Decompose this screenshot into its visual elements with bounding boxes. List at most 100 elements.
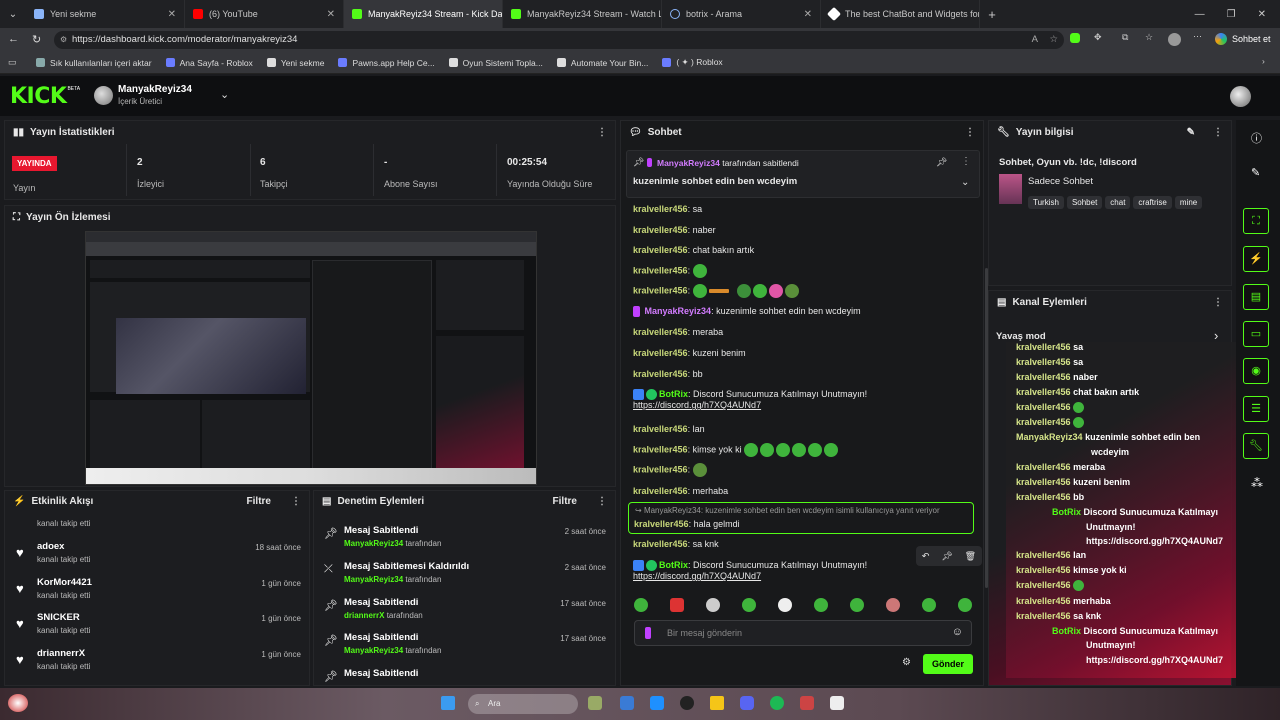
more-options-icon[interactable]: ⋮ [1213, 297, 1223, 308]
filter-button[interactable]: Filtre [247, 496, 271, 507]
reply-message[interactable]: ↪ ManyakReyiz34: kuzenimle sohbet edin b… [628, 502, 974, 534]
bookmark-item[interactable]: Yeni sekme [266, 58, 324, 68]
chat-message[interactable]: kralveller456: bb [633, 369, 703, 379]
browser-tab[interactable]: Yeni sekme ✕ [26, 0, 185, 28]
reply-icon[interactable]: ↶ [922, 551, 930, 562]
minimize-icon[interactable]: — [1195, 9, 1205, 20]
chat-message[interactable]: kralveller456: [633, 264, 709, 278]
user-avatar[interactable] [1230, 86, 1251, 107]
more-options-icon[interactable]: ⋮ [291, 496, 301, 507]
category-name[interactable]: Sadece Sohbet [1028, 176, 1093, 187]
list-item[interactable]: ♥ driannerrX kanalı takip etti 1 gün önce [10, 648, 305, 682]
tag[interactable]: craftrise [1133, 196, 1172, 209]
taskbar-search[interactable]: ⌕ Ara [468, 694, 578, 714]
frog-emote-icon[interactable] [850, 598, 864, 612]
sidebar-toggle-icon[interactable]: ▭ [8, 57, 17, 68]
chat-message[interactable]: kralveller456: lan [633, 424, 705, 434]
widgets-icon[interactable] [8, 694, 28, 712]
app-icon[interactable] [830, 696, 844, 710]
back-icon[interactable]: ← [8, 33, 19, 45]
chat-input[interactable]: Bir mesaj gönderin ☺ [634, 620, 972, 646]
soccer-emote-icon[interactable] [706, 598, 720, 612]
frog-emote-icon[interactable] [742, 598, 756, 612]
app-icon[interactable] [800, 696, 814, 710]
stream-preview-video[interactable] [85, 231, 537, 485]
spotify-icon[interactable] [770, 696, 784, 710]
collections-icon[interactable]: ☆ [1145, 32, 1153, 43]
discord-link[interactable]: https://discord.gg/h7XQ4AUNd7 [633, 400, 761, 410]
reload-icon[interactable]: ↻ [32, 33, 41, 46]
edit-pencil-icon[interactable]: ✎ [1251, 166, 1260, 179]
chat-message[interactable]: kralveller456: sa [633, 204, 702, 214]
file-explorer-icon[interactable] [710, 696, 724, 710]
close-window-icon[interactable]: ✕ [1258, 9, 1266, 20]
more-options-icon[interactable]: ⋮ [597, 496, 607, 507]
bookmarks-overflow-icon[interactable]: › [1262, 56, 1265, 66]
slow-mode-label[interactable]: Yavaş mod [996, 331, 1046, 342]
broadcast-icon[interactable]: ◉ [1243, 358, 1269, 384]
settings-gear-icon[interactable]: ⚙ [902, 657, 911, 668]
chat-message[interactable]: kralveller456: merhaba [633, 486, 728, 496]
chat-bubble-icon[interactable]: ▭ [1243, 321, 1269, 347]
tab-list-icon[interactable]: ⌄ [0, 9, 26, 20]
more-options-icon[interactable]: ⋮ [1213, 127, 1223, 138]
kick-logo[interactable]: KICK BETA [10, 84, 80, 109]
emoji-icon[interactable]: ☺ [952, 626, 963, 638]
app-icon[interactable] [680, 696, 694, 710]
edit-pencil-icon[interactable]: ✎ [1187, 127, 1195, 138]
discord-link[interactable]: https://discord.gg/h7XQ4AUNd7 [633, 571, 761, 581]
chat-message[interactable]: kralveller456: [633, 284, 801, 298]
document-icon[interactable]: ▤ [1243, 284, 1269, 310]
chat-message[interactable]: BotRix: Discord Sunucumuza Katılmayı Unu… [633, 389, 867, 410]
frog-emote-icon[interactable] [814, 598, 828, 612]
pin-icon[interactable]: 📌︎ [941, 551, 952, 562]
list-item[interactable]: 📌︎ Mesaj Sabitlendi driannerrX tarafından 1… [320, 597, 610, 631]
chevron-down-icon[interactable]: ⌄ [220, 88, 229, 101]
list-item[interactable]: 📌︎ Mesaj Sabitlendi ManyakReyiz34 tarafınd… [320, 525, 610, 559]
vscode-icon[interactable] [650, 696, 664, 710]
more-options-icon[interactable]: ⋮ [965, 127, 975, 138]
browser-tab-active[interactable]: ManyakReyiz34 Stream - Kick Dash✕ [344, 0, 503, 28]
app-icon[interactable] [588, 696, 602, 710]
close-icon[interactable]: ✕ [168, 9, 176, 20]
chat-message[interactable]: BotRix: Discord Sunucumuza Katılmayı Unu… [633, 560, 867, 581]
list-item[interactable]: 📌︎ Mesaj Sabitlendi ManyakReyiz34 tarafınd… [320, 632, 610, 666]
pinned-message[interactable]: 📌︎ ManyakReyiz34 tarafından sabitlendi k… [626, 150, 980, 198]
extensions-icon[interactable]: ✥ [1094, 32, 1102, 43]
frog-emote-icon[interactable] [958, 598, 972, 612]
tag[interactable]: chat [1105, 196, 1131, 209]
restore-icon[interactable]: ❐ [1227, 9, 1236, 20]
close-icon[interactable]: ✕ [804, 9, 812, 20]
chat-message[interactable]: kralveller456: kuzeni benim [633, 348, 746, 358]
list-item[interactable]: ⤫ Mesaj Sabitlemesi Kaldırıldı ManyakReyiz… [320, 561, 610, 595]
chat-message[interactable]: ManyakReyiz34: kuzenimle sohbet edin ben… [633, 306, 861, 318]
bookmark-item[interactable]: Pawns.app Help Ce... [338, 58, 435, 68]
send-button[interactable]: Gönder [923, 654, 973, 674]
more-menu-icon[interactable]: ⋯ [1193, 31, 1202, 42]
frog-emote-icon[interactable] [634, 598, 648, 612]
list-item[interactable]: ♥ adoex kanalı takip etti 18 saat önce [10, 541, 305, 575]
chevron-down-icon[interactable]: ⌄ [961, 177, 969, 188]
chat-message[interactable]: kralveller456: naber [633, 225, 716, 235]
angry-emote-icon[interactable] [670, 598, 684, 612]
bookmark-item[interactable]: Ana Sayfa - Roblox [165, 58, 253, 68]
list-item[interactable]: 📌︎ Mesaj Sabitlendi [320, 668, 610, 684]
chat-message[interactable]: kralveller456: chat bakın artık [633, 245, 754, 255]
apps-icon[interactable]: ⁂ [1251, 476, 1263, 490]
wrench-icon[interactable]: 🔧︎ [1243, 433, 1269, 459]
unpin-icon[interactable]: 📌︎ [936, 157, 947, 168]
tag[interactable]: Sohbet [1066, 196, 1103, 209]
split-screen-icon[interactable]: ⧉ [1122, 32, 1128, 43]
chat-message[interactable]: kralveller456: sa knk [633, 539, 719, 549]
chat-button[interactable]: Sohbet et [1232, 34, 1271, 44]
profile-avatar[interactable] [1168, 33, 1181, 46]
chat-message[interactable]: kralveller456: kimse yok ki [633, 443, 840, 457]
browser-tab[interactable]: The best ChatBot and Widgets for✕ [821, 0, 980, 28]
bookmark-item[interactable]: ( ✦ ) Roblox [662, 57, 723, 68]
close-icon[interactable]: ✕ [327, 9, 335, 20]
chat-message[interactable]: kralveller456: meraba [633, 327, 723, 337]
chat-message[interactable]: kralveller456: [633, 463, 709, 477]
filter-button[interactable]: Filtre [553, 496, 577, 507]
bookmark-item[interactable]: Automate Your Bin... [556, 58, 648, 68]
bookmark-item[interactable]: Oyun Sistemi Topla... [448, 58, 543, 68]
